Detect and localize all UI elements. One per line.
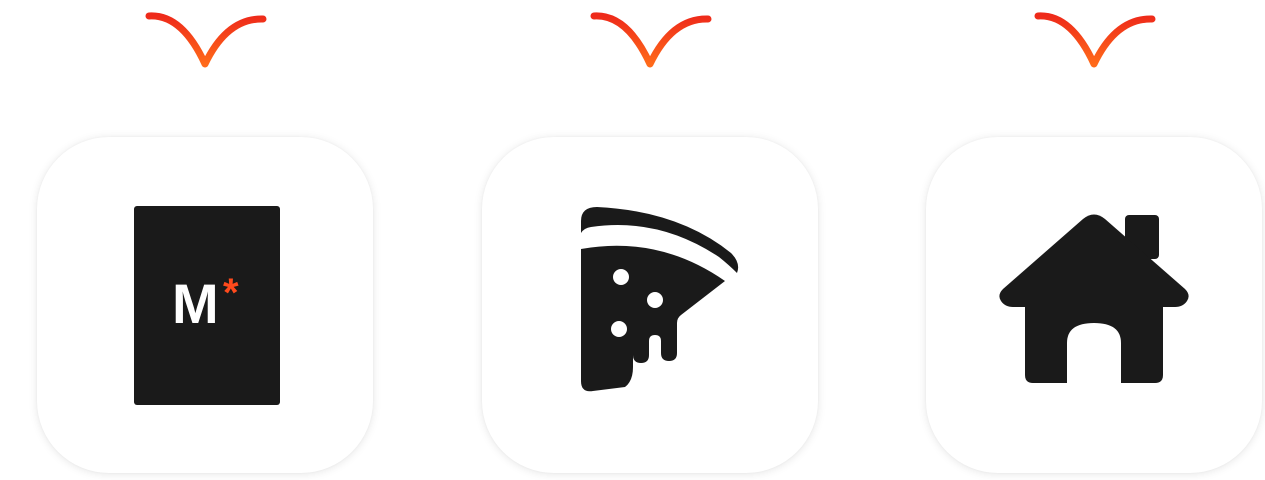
home-option[interactable] xyxy=(926,0,1262,480)
house-icon xyxy=(999,214,1189,383)
home-card[interactable] xyxy=(926,137,1262,473)
food-card[interactable] xyxy=(482,137,818,473)
menu-option[interactable]: M * xyxy=(37,0,373,480)
menu-logo-letter: M xyxy=(172,272,219,335)
pizza-slice-icon xyxy=(581,207,739,392)
menu-book-icon: M * xyxy=(134,206,280,405)
chevron-down-icon xyxy=(145,12,267,68)
food-option[interactable] xyxy=(482,0,818,480)
chevron-down-icon xyxy=(1034,12,1156,68)
chevron-down-icon xyxy=(590,12,712,68)
menu-logo-asterisk: * xyxy=(223,271,239,315)
menu-card[interactable]: M * xyxy=(37,137,373,473)
